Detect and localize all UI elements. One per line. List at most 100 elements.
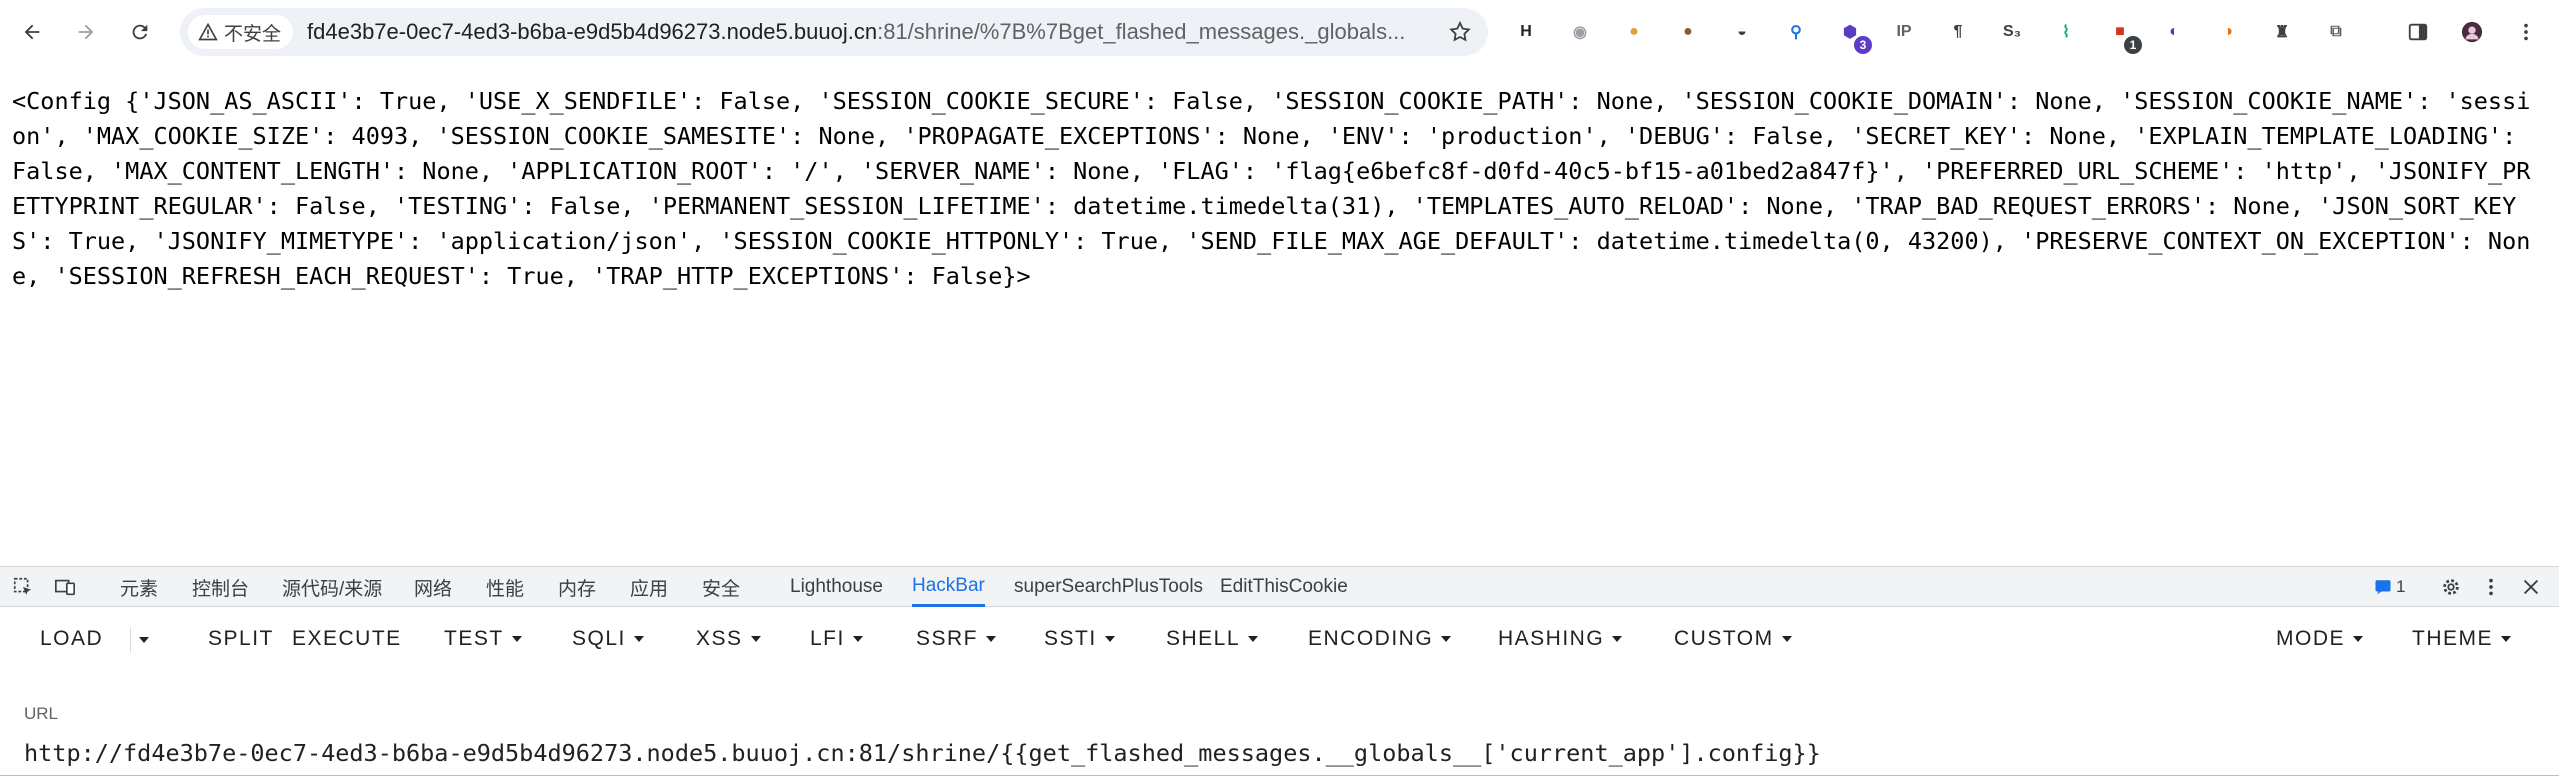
hackbar-custom-button[interactable]: CUSTOM xyxy=(1674,627,1792,651)
caret-down-icon xyxy=(1104,636,1115,642)
hackbar-theme-button[interactable]: THEME xyxy=(2412,627,2511,651)
hackbar-split-button[interactable]: SPLIT xyxy=(208,627,274,651)
hackbar-menu-label: CUSTOM xyxy=(1674,627,1774,650)
hackbar-test-button[interactable]: TEST xyxy=(444,627,522,651)
forward-button[interactable] xyxy=(68,14,104,50)
dna-icon[interactable]: ⌇ xyxy=(2052,18,2080,46)
security-label: 不安全 xyxy=(224,23,282,45)
notification-icon[interactable]: ■ 1 xyxy=(2106,18,2142,54)
url-path: :81/shrine/%7B%7Bget_flashed_messages._g… xyxy=(877,19,1406,44)
inspect-element-icon[interactable] xyxy=(12,576,34,598)
devtools-tab-3[interactable]: 网络 xyxy=(414,567,452,607)
hackbar-execute-button[interactable]: EXECUTE xyxy=(292,627,402,651)
hackbar-menu-label: SQLI xyxy=(572,627,626,650)
side-panel-button[interactable] xyxy=(2400,14,2436,50)
bookmark-star-icon[interactable] xyxy=(1448,20,1472,44)
caret-down-icon xyxy=(852,636,863,642)
url-display[interactable]: fd4e3b7e-0ec7-4ed3-b6ba-e9d5b4d96273.nod… xyxy=(307,19,1447,45)
browser-toolbar: 不安全 fd4e3b7e-0ec7-4ed3-b6ba-e9d5b4d96273… xyxy=(0,0,2559,64)
hackbar-menu-label: THEME xyxy=(2412,627,2493,650)
device-toolbar-icon[interactable] xyxy=(54,576,76,598)
cookie-editor-icon[interactable]: ● xyxy=(1674,18,1702,46)
devtools-tab-10[interactable]: superSearchPlusTools xyxy=(1014,567,1203,607)
side-panel-icon xyxy=(2408,23,2428,41)
arrow-left-icon xyxy=(24,24,40,40)
devtools-tab-9[interactable]: HackBar xyxy=(912,567,985,607)
puzzle-icon[interactable]: ⧉ xyxy=(2322,18,2350,46)
hackbar-xss-button[interactable]: XSS xyxy=(696,627,761,651)
issues-icon xyxy=(2375,580,2391,595)
hackbar-menu-label: TEST xyxy=(444,627,504,650)
url-host: fd4e3b7e-0ec7-4ed3-b6ba-e9d5b4d96273.nod… xyxy=(307,19,878,44)
hackbar-shell-button[interactable]: SHELL xyxy=(1166,627,1259,651)
hat-icon[interactable]: ◒ xyxy=(1728,18,1756,46)
hackbar-load-button[interactable]: LOAD xyxy=(40,627,103,651)
wappalyzer-icon[interactable]: ⬢ 3 xyxy=(1836,18,1872,54)
caret-down-icon xyxy=(750,636,761,642)
hackbar-menu-label: ENCODING xyxy=(1308,627,1434,650)
hackbar-menu-label: SSRF xyxy=(916,627,979,650)
caret-down-icon xyxy=(1441,636,1452,642)
hackbar-menu-label: LFI xyxy=(810,627,845,650)
kebab-menu-icon xyxy=(2524,23,2528,41)
paragraph-icon[interactable]: ¶ xyxy=(1944,18,1972,46)
back-button[interactable] xyxy=(14,14,50,50)
hackbar-menu: LOAD SPLIT EXECUTE TEST SQLI XSS LFI SSRF SSTI SH… xyxy=(0,607,2559,671)
settings-gear-icon[interactable] xyxy=(2440,576,2462,598)
caret-down-icon xyxy=(1612,636,1623,642)
hackbar-url-input[interactable]: http://fd4e3b7e-0ec7-4ed3-b6ba-e9d5b4d96… xyxy=(24,739,2544,767)
issues-counter[interactable]: 1 xyxy=(2374,567,2405,607)
hackbar-menu-label: HASHING xyxy=(1498,627,1605,650)
devtools-tab-5[interactable]: 内存 xyxy=(558,567,596,607)
hackbar-ssrf-button[interactable]: SSRF xyxy=(916,627,997,651)
hackbar-mode-button[interactable]: MODE xyxy=(2276,627,2363,651)
devtools-tab-2[interactable]: 源代码/来源 xyxy=(282,567,382,607)
address-bar[interactable]: 不安全 fd4e3b7e-0ec7-4ed3-b6ba-e9d5b4d96273… xyxy=(180,8,1488,56)
reload-icon xyxy=(132,24,148,40)
load-dropdown-button[interactable] xyxy=(130,627,149,653)
arrow-right-icon xyxy=(78,24,94,40)
ip-icon[interactable]: IP xyxy=(1890,18,1918,46)
hackbar-menu-label: XSS xyxy=(696,627,743,650)
reload-button[interactable] xyxy=(122,14,158,50)
hackbar-h-icon[interactable]: H xyxy=(1512,18,1540,46)
devtools-tab-4[interactable]: 性能 xyxy=(486,567,524,607)
extension-badge: 1 xyxy=(2124,36,2142,54)
devtools-tab-6[interactable]: 应用 xyxy=(630,567,668,607)
hackbar-menu-label: LOAD xyxy=(40,627,104,650)
slash-icon[interactable]: S₃ xyxy=(1998,18,2026,46)
devtools-tab-0[interactable]: 元素 xyxy=(120,567,158,607)
devtools-tab-7[interactable]: 安全 xyxy=(702,567,740,607)
browser-menu-button[interactable] xyxy=(2508,14,2544,50)
hackbar-lfi-button[interactable]: LFI xyxy=(810,627,863,651)
security-chip[interactable]: 不安全 xyxy=(188,15,294,49)
config-dump-text: <Config {'JSON_AS_ASCII': True, 'USE_X_S… xyxy=(12,87,2531,290)
swirl-icon[interactable]: ◐ xyxy=(2160,18,2188,46)
pin-icon[interactable]: ⚲ xyxy=(1782,18,1810,46)
close-devtools-icon[interactable] xyxy=(2520,576,2542,598)
circle-icon[interactable]: ◉ xyxy=(1566,18,1594,46)
hackbar-ssti-button[interactable]: SSTI xyxy=(1044,627,1115,651)
cookie-icon[interactable]: ● xyxy=(1620,18,1648,46)
hackbar-hashing-button[interactable]: HASHING xyxy=(1498,627,1623,651)
hackbar-url-label: URL xyxy=(24,704,59,723)
profile-avatar[interactable] xyxy=(2454,14,2490,50)
caret-down-icon xyxy=(511,636,522,642)
fox-icon[interactable]: ◑ xyxy=(2214,18,2242,46)
caret-down-icon xyxy=(986,636,997,642)
devtools-tab-8[interactable]: Lighthouse xyxy=(790,567,883,607)
hackbar-menu-label: SHELL xyxy=(1166,627,1241,650)
caret-down-icon xyxy=(139,637,149,643)
devtools-tab-1[interactable]: 控制台 xyxy=(192,567,249,607)
hackbar-encoding-button[interactable]: ENCODING xyxy=(1308,627,1452,651)
hackbar-menu-label: MODE xyxy=(2276,627,2345,650)
spy-icon[interactable]: ♜ xyxy=(2268,18,2296,46)
caret-down-icon xyxy=(633,636,644,642)
hackbar-sqli-button[interactable]: SQLI xyxy=(572,627,644,651)
avatar-icon xyxy=(2461,21,2483,43)
extension-badge: 3 xyxy=(1854,36,1872,54)
devtools-tab-11[interactable]: EditThisCookie xyxy=(1220,567,1348,607)
devtools-menu-icon[interactable] xyxy=(2480,576,2502,598)
caret-down-icon xyxy=(2353,636,2363,642)
issues-count: 1 xyxy=(2396,577,2406,596)
